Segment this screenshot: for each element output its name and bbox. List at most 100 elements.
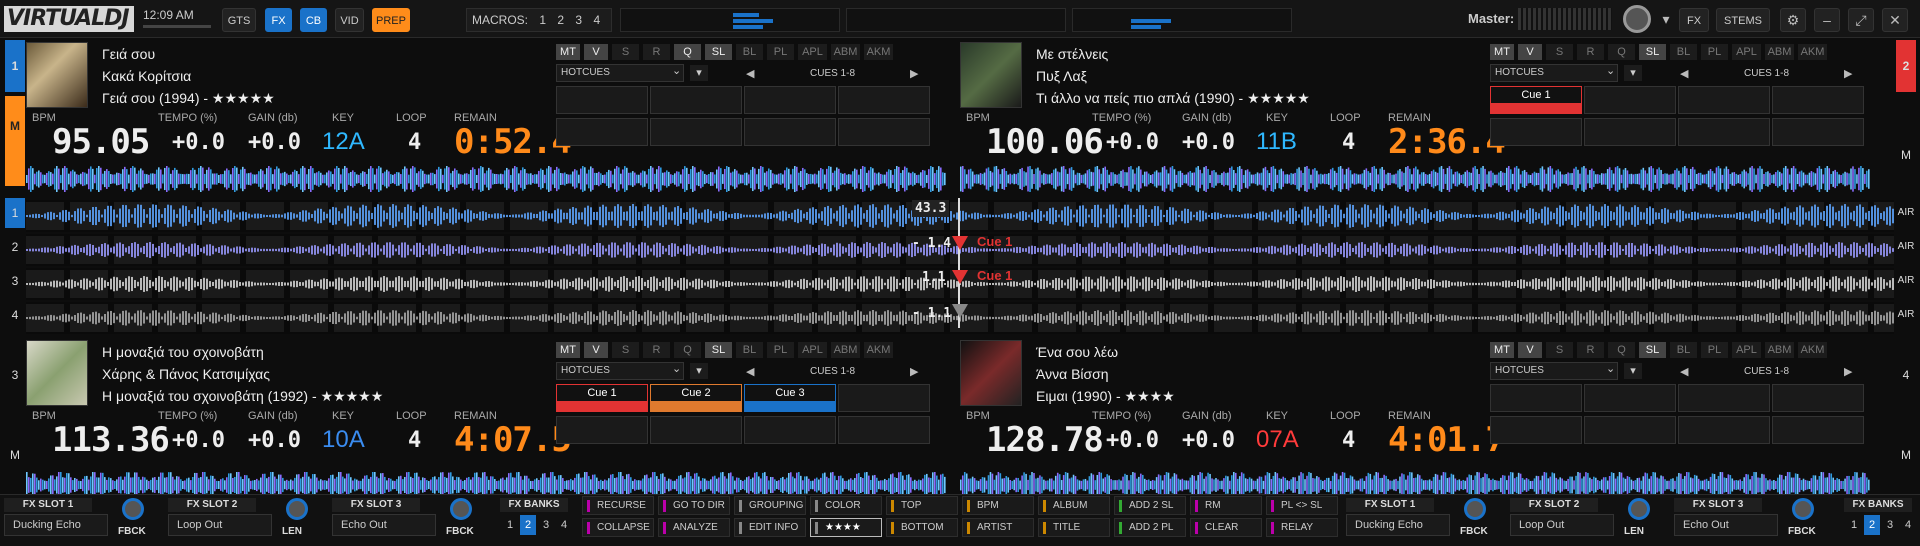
hotcue-pad-6-deck-3[interactable] — [650, 416, 742, 444]
lane-4-label[interactable]: 4 — [5, 300, 25, 330]
pad-mode-akm-deck-2[interactable]: AKM — [1798, 44, 1827, 60]
lane-3-label[interactable]: 3 — [5, 266, 25, 296]
hotcue-pad-3-deck-2[interactable] — [1678, 86, 1770, 114]
fx_right-fx-slot-1-knob[interactable] — [1464, 498, 1486, 520]
browser-button-recurse[interactable]: RECURSE — [582, 496, 654, 515]
deck-2-master[interactable]: M — [1896, 110, 1916, 200]
browser-button-album[interactable]: ALBUM — [1038, 496, 1110, 515]
key-value-deck-2[interactable]: 11B — [1256, 128, 1297, 156]
pad-mode-akm-deck-1[interactable]: AKM — [864, 44, 893, 60]
hotcues-dropdown-deck-2[interactable]: HOTCUES — [1490, 64, 1618, 82]
pad-mode-apl-deck-4[interactable]: APL — [1732, 342, 1761, 358]
hotcue-pad-6-deck-4[interactable] — [1584, 416, 1676, 444]
hotcue-pad-1-deck-2[interactable]: Cue 1 — [1490, 86, 1582, 114]
fx_left-fx-slot-3-select[interactable]: Echo Out — [332, 514, 436, 536]
pad-mode-pl-deck-2[interactable]: PL — [1701, 44, 1728, 60]
deck-1-select[interactable]: 1 — [5, 40, 25, 92]
hotcue-pad-6-deck-1[interactable] — [650, 118, 742, 146]
deck-4-select[interactable]: 4 — [1896, 340, 1916, 410]
master-volume-knob[interactable] — [1623, 5, 1651, 33]
hotcue-pad-4-deck-4[interactable] — [1772, 384, 1864, 412]
hotcue-pad-2-deck-2[interactable] — [1584, 86, 1676, 114]
pad-mode-mt-deck-3[interactable]: MT — [556, 342, 580, 358]
pad-mode-apl-deck-1[interactable]: APL — [798, 44, 827, 60]
lane-4-air[interactable]: AIR — [1896, 300, 1916, 330]
pad-mode-q-deck-1[interactable]: Q — [674, 44, 701, 60]
tempo-value-deck-3[interactable]: +0.0 — [172, 428, 225, 453]
cues-prev-icon-deck-2[interactable]: ◀ — [1680, 67, 1688, 80]
pad-mode-s-deck-2[interactable]: S — [1546, 44, 1573, 60]
hotcue-pad-7-deck-3[interactable] — [744, 416, 836, 444]
fx_left-fx-slot-2-knob[interactable] — [286, 498, 308, 520]
browser-button-row2-5[interactable]: BOTTOM — [886, 518, 958, 537]
bpm-value-deck-4[interactable]: 128.78 — [986, 420, 1104, 460]
fx_right-fx-slot-3-knob[interactable] — [1792, 498, 1814, 520]
pad-mode-r-deck-3[interactable]: R — [643, 342, 670, 358]
cues-prev-icon-deck-3[interactable]: ◀ — [746, 365, 754, 378]
pad-mode-q-deck-3[interactable]: Q — [674, 342, 701, 358]
browser-button-pl-sl[interactable]: PL <> SL — [1266, 496, 1338, 515]
hotcue-pad-3-deck-3[interactable]: Cue 3 — [744, 384, 836, 412]
hotcue-pad-8-deck-4[interactable] — [1772, 416, 1864, 444]
hotcue-pad-5-deck-1[interactable] — [556, 118, 648, 146]
hotcues-dropdown-deck-4[interactable]: HOTCUES — [1490, 362, 1618, 380]
pad-mode-sl-deck-1[interactable]: SL — [705, 44, 732, 60]
pad-page-menu-icon-deck-1[interactable]: ▾ — [690, 65, 708, 81]
deck-2-select[interactable]: 2 — [1896, 40, 1916, 92]
fx_right-fx-slot-2-select[interactable]: Loop Out — [1510, 514, 1614, 536]
hotcue-pad-8-deck-2[interactable] — [1772, 118, 1864, 146]
vid-button[interactable]: VID — [335, 8, 364, 32]
pad-mode-abm-deck-3[interactable]: ABM — [831, 342, 860, 358]
hotcue-pad-1-deck-1[interactable] — [556, 86, 648, 114]
fx_right-fx-slot-2-knob[interactable] — [1628, 498, 1650, 520]
cb-toggle[interactable]: CB — [300, 8, 327, 32]
lane-1-air[interactable]: AIR — [1896, 198, 1916, 228]
lane-2-air[interactable]: AIR — [1896, 232, 1916, 262]
settings-gear-icon[interactable]: ⚙ — [1780, 8, 1806, 32]
hotcues-dropdown-deck-1[interactable]: HOTCUES — [556, 64, 684, 82]
pad-mode-abm-deck-2[interactable]: ABM — [1765, 44, 1794, 60]
minimize-icon[interactable]: – — [1814, 8, 1840, 32]
pad-mode-bl-deck-4[interactable]: BL — [1670, 342, 1697, 358]
fx_right-fx-slot-1-select[interactable]: Ducking Echo — [1346, 514, 1450, 536]
loop-value-deck-1[interactable]: 4 — [408, 130, 421, 155]
key-value-deck-1[interactable]: 12A — [322, 128, 365, 156]
rhythm-lane-1[interactable] — [26, 200, 1912, 232]
browser-button-row2-2[interactable]: ANALYZE — [658, 518, 730, 537]
pad-mode-q-deck-2[interactable]: Q — [1608, 44, 1635, 60]
browser-button-grouping[interactable]: GROUPING — [734, 496, 806, 515]
gain-value-deck-3[interactable]: +0.0 — [248, 428, 301, 453]
hotcue-pad-5-deck-2[interactable] — [1490, 118, 1582, 146]
cues-next-icon-deck-2[interactable]: ▶ — [1844, 67, 1852, 80]
cues-next-icon-deck-1[interactable]: ▶ — [910, 67, 918, 80]
pad-mode-abm-deck-1[interactable]: ABM — [831, 44, 860, 60]
pad-mode-akm-deck-4[interactable]: AKM — [1798, 342, 1827, 358]
cues-next-icon-deck-4[interactable]: ▶ — [1844, 365, 1852, 378]
cues-prev-icon-deck-4[interactable]: ◀ — [1680, 365, 1688, 378]
hotcue-pad-7-deck-1[interactable] — [744, 118, 836, 146]
hotcue-pad-4-deck-2[interactable] — [1772, 86, 1864, 114]
browser-button-row2-1[interactable]: COLLAPSE — [582, 518, 654, 537]
browser-button-go-to-dir[interactable]: GO TO DIR — [658, 496, 730, 515]
maximize-icon[interactable]: ⤢ — [1848, 8, 1874, 32]
hotcue-pad-3-deck-1[interactable] — [744, 86, 836, 114]
cues-next-icon-deck-3[interactable]: ▶ — [910, 365, 918, 378]
left-fx-bank-2[interactable]: 2 — [520, 515, 536, 535]
browser-button-row2-9[interactable]: CLEAR — [1190, 518, 1262, 537]
pad-mode-apl-deck-3[interactable]: APL — [798, 342, 827, 358]
pad-mode-akm-deck-3[interactable]: AKM — [864, 342, 893, 358]
left-fx-bank-1[interactable]: 1 — [502, 515, 518, 535]
hotcue-pad-4-deck-3[interactable] — [838, 384, 930, 412]
pad-mode-mt-deck-2[interactable]: MT — [1490, 44, 1514, 60]
hotcue-pad-5-deck-3[interactable] — [556, 416, 648, 444]
macro-3[interactable]: 3 — [575, 13, 582, 27]
browser-button-row2-4[interactable]: ★★★★ — [810, 518, 882, 537]
close-icon[interactable]: ✕ — [1882, 8, 1908, 32]
pad-mode-bl-deck-1[interactable]: BL — [736, 44, 763, 60]
pad-mode-abm-deck-4[interactable]: ABM — [1765, 342, 1794, 358]
key-value-deck-3[interactable]: 10A — [322, 426, 365, 454]
fx_left-fx-slot-2-select[interactable]: Loop Out — [168, 514, 272, 536]
fx_left-fx-slot-1-knob[interactable] — [122, 498, 144, 520]
browser-button-bpm[interactable]: BPM — [962, 496, 1034, 515]
pad-mode-bl-deck-2[interactable]: BL — [1670, 44, 1697, 60]
